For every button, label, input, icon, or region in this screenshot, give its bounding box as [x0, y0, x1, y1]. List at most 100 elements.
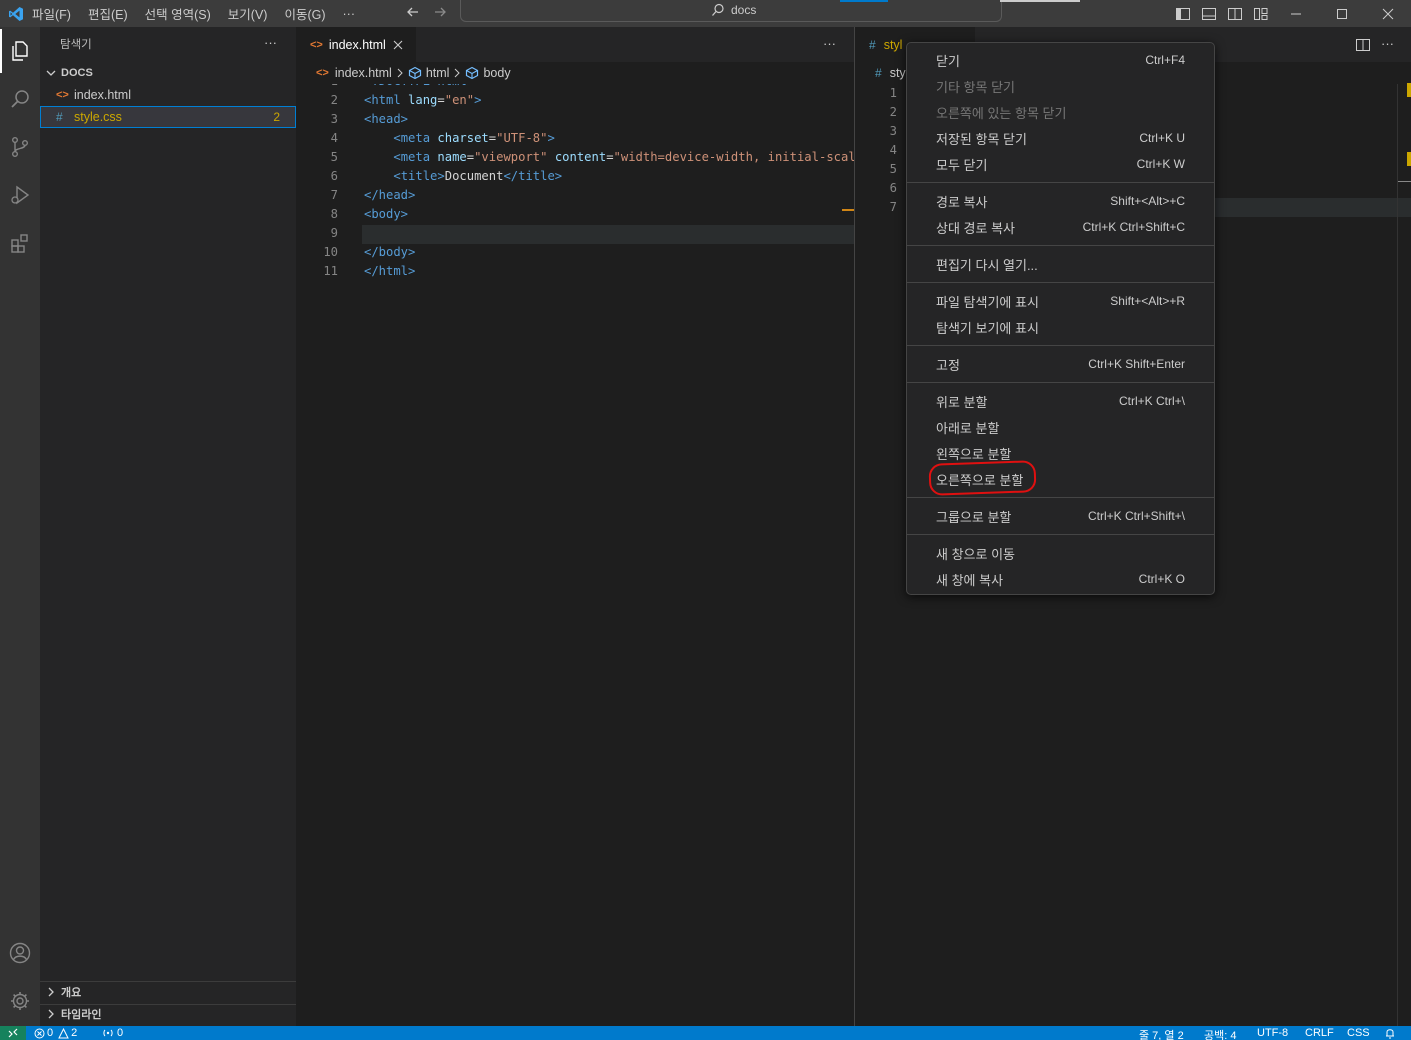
cursor-position[interactable]: 줄 7, 열 2 — [1139, 1027, 1184, 1040]
line-number: 10 — [323, 245, 338, 259]
menu-item[interactable]: 닫기 Ctrl+F4 — [907, 47, 1214, 73]
code-token: > — [474, 93, 482, 107]
menu-item[interactable]: 고정 Ctrl+K Shift+Enter — [907, 351, 1214, 377]
split-editor-icon[interactable] — [1355, 37, 1371, 53]
file-item-style-css[interactable]: # style.css 2 — [40, 106, 296, 128]
section-label: 타임라인 — [61, 1009, 102, 1021]
menu-item-label: 아래로 분할 — [936, 420, 1000, 436]
status-bar: 0 2 0 줄 7, 열 2 공백: 4 UTF-8 CRLF CSS — [0, 1026, 1411, 1040]
menu-go[interactable]: 이동(G) — [284, 4, 325, 23]
menu-more[interactable]: ··· — [343, 7, 356, 21]
menu-item-label: 위로 분할 — [936, 394, 988, 410]
menu-item[interactable]: 상대 경로 복사 Ctrl+K Ctrl+Shift+C — [907, 214, 1214, 240]
line-number: 6 — [889, 181, 897, 195]
file-item-index-html[interactable]: <> index.html — [40, 84, 296, 106]
code-line: <meta name="viewport" content="width=dev… — [364, 148, 854, 167]
menu-item-label: 오른쪽으로 분할 — [936, 472, 1024, 488]
menu-item[interactable]: 아래로 분할 — [907, 414, 1214, 440]
menu-item[interactable]: 위로 분할 Ctrl+K Ctrl+\ — [907, 388, 1214, 414]
code-token: name — [437, 150, 467, 164]
source-control-icon[interactable] — [0, 125, 40, 169]
accounts-icon[interactable] — [0, 931, 40, 975]
overview-ruler-line — [1397, 181, 1411, 182]
search-text: docs — [731, 3, 757, 17]
section-outline[interactable]: 개요 — [40, 981, 296, 1003]
toggle-secondary-sidebar-icon[interactable] — [1222, 0, 1248, 27]
ports-count: 0 — [117, 1027, 124, 1039]
code-token: </title> — [503, 169, 563, 183]
close-tab-icon[interactable] — [392, 39, 404, 51]
sidebar-more-button[interactable]: ··· — [264, 35, 277, 50]
tab-context-menu: 닫기 Ctrl+F4 기타 항목 닫기 오른쪽에 있는 항목 닫기 저장된 항목 닫기 C… — [906, 42, 1215, 595]
menu-item-shortcut: Ctrl+F4 — [1145, 53, 1185, 67]
menu-separator — [907, 282, 1214, 283]
code-token: </body> — [364, 245, 416, 259]
menu-item[interactable]: 탐색기 보기에 표시 — [907, 314, 1214, 340]
back-arrow-icon[interactable] — [403, 2, 423, 22]
close-window-icon[interactable] — [1375, 0, 1401, 27]
maximize-icon[interactable] — [1329, 0, 1355, 27]
notifications-bell-icon[interactable] — [1384, 1027, 1396, 1039]
breadcrumb-item[interactable]: sty — [890, 66, 906, 80]
menu-item[interactable]: 경로 복사 Shift+<Alt>+C — [907, 188, 1214, 214]
menu-item[interactable]: 왼쪽으로 분할 — [907, 440, 1214, 466]
breadcrumb: <> index.html html body — [316, 62, 511, 84]
end-of-line[interactable]: CRLF — [1305, 1027, 1334, 1039]
breadcrumb-item[interactable]: html — [426, 66, 450, 80]
forward-arrow-icon[interactable] — [430, 2, 450, 22]
menu-item-label: 모두 닫기 — [936, 157, 988, 173]
menu-selection[interactable]: 선택 영역(S) — [145, 4, 211, 23]
menu-item-shortcut: Shift+<Alt>+R — [1110, 294, 1185, 308]
menu-item[interactable]: 그룹으로 분할 Ctrl+K Ctrl+Shift+\ — [907, 503, 1214, 529]
menu-item-label: 상대 경로 복사 — [936, 220, 1015, 236]
ports-indicator[interactable]: 0 — [102, 1027, 123, 1039]
menu-item[interactable]: 저장된 항목 닫기 Ctrl+K U — [907, 125, 1214, 151]
code-token: <body> — [364, 207, 409, 221]
breadcrumb-item[interactable]: index.html — [335, 66, 392, 80]
menu-file[interactable]: 파일(F) — [32, 4, 71, 23]
menu-item[interactable]: 새 창으로 이동 — [907, 540, 1214, 566]
run-debug-icon[interactable] — [0, 173, 40, 217]
minimize-icon[interactable] — [1283, 0, 1309, 27]
menu-item[interactable]: 오른쪽으로 분할 — [907, 460, 1214, 496]
folder-header-docs[interactable]: DOCS — [40, 62, 296, 84]
toggle-primary-sidebar-icon[interactable] — [1170, 0, 1196, 27]
code-area[interactable]: 1<!DOCTYPE html>2<html lang="en">3<head>… — [296, 84, 854, 1026]
menu-item[interactable]: 편집기 다시 열기... — [907, 251, 1214, 277]
line-number: 4 — [889, 143, 897, 157]
problems-indicator[interactable]: 0 2 — [34, 1027, 77, 1039]
menu-item-shortcut: Ctrl+K W — [1136, 157, 1185, 171]
breadcrumb: # sty — [875, 62, 906, 84]
editor-more-button[interactable]: ··· — [1381, 36, 1394, 51]
indentation[interactable]: 공백: 4 — [1204, 1027, 1236, 1040]
chevron-right-icon — [44, 1007, 58, 1021]
menu-item-label: 새 창으로 이동 — [936, 546, 1015, 562]
editor-more-button[interactable]: ··· — [823, 36, 836, 51]
customize-layout-icon[interactable] — [1248, 0, 1274, 27]
problem-count-badge: 2 — [273, 110, 280, 124]
folder-name: DOCS — [61, 67, 93, 79]
settings-gear-icon[interactable] — [0, 979, 40, 1023]
menu-edit[interactable]: 편집(E) — [88, 4, 128, 23]
command-center-search[interactable]: docs — [460, 0, 1002, 22]
explorer-icon[interactable] — [0, 29, 40, 73]
tab-label: styl — [883, 37, 903, 52]
menu-view[interactable]: 보기(V) — [228, 4, 268, 23]
encoding[interactable]: UTF-8 — [1257, 1027, 1288, 1039]
search-icon[interactable] — [0, 77, 40, 121]
remote-indicator[interactable] — [0, 1026, 26, 1040]
menu-item[interactable]: 파일 탐색기에 표시 Shift+<Alt>+R — [907, 288, 1214, 314]
menu-item[interactable]: 새 창에 복사 Ctrl+K O — [907, 566, 1214, 592]
tab-index-html[interactable]: <> index.html — [296, 27, 416, 62]
breadcrumb-item[interactable]: body — [483, 66, 510, 80]
toggle-panel-icon[interactable] — [1196, 0, 1222, 27]
menu-item-label: 파일 탐색기에 표시 — [936, 294, 1039, 310]
menu-item[interactable]: 모두 닫기 Ctrl+K W — [907, 151, 1214, 177]
extensions-icon[interactable] — [0, 221, 40, 265]
file-name: style.css — [74, 110, 122, 124]
menu-separator — [907, 182, 1214, 183]
language-mode[interactable]: CSS — [1347, 1027, 1370, 1039]
section-timeline[interactable]: 타임라인 — [40, 1003, 296, 1025]
line-number: 8 — [330, 207, 338, 221]
